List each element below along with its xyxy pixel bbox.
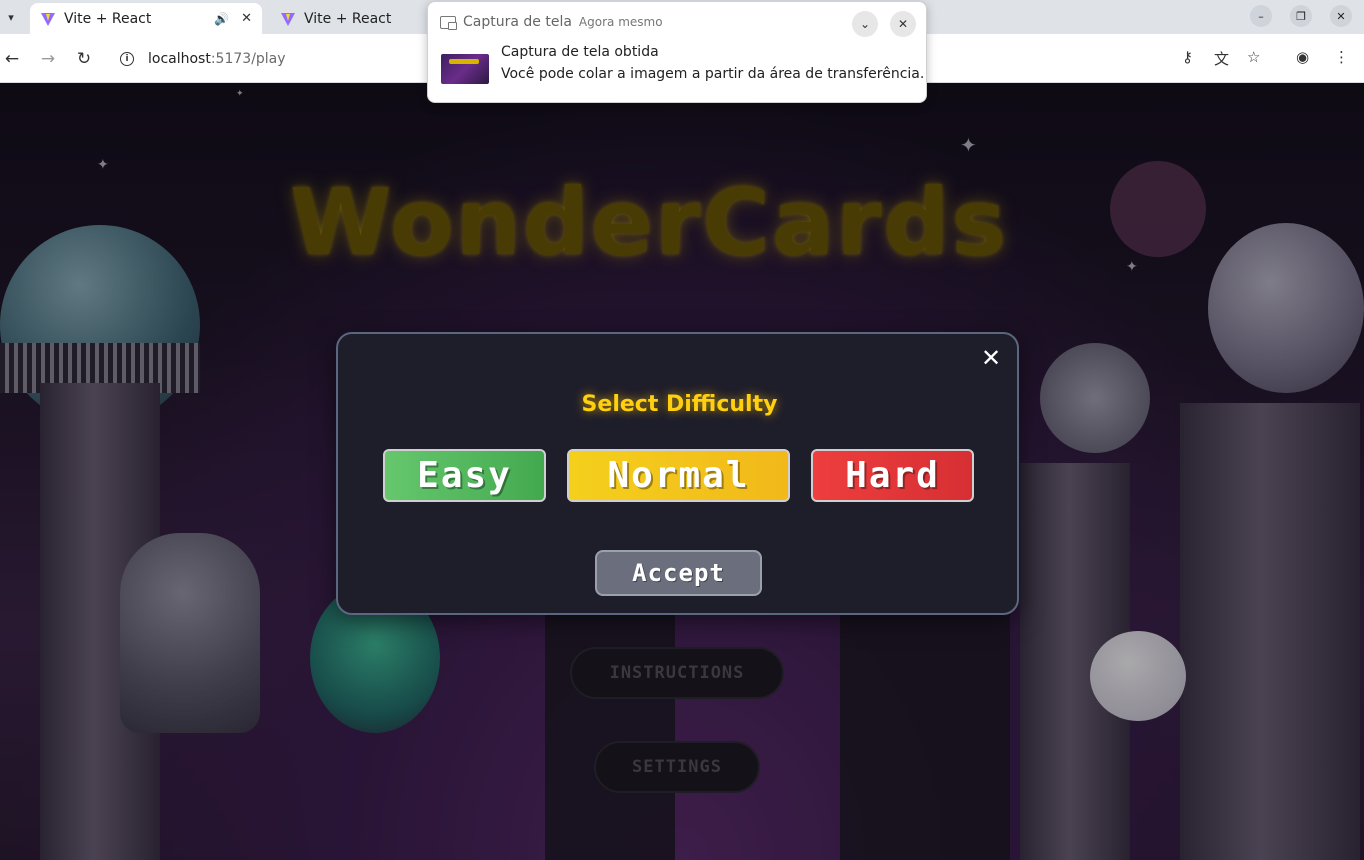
profile-icon[interactable]: ◉ [1296, 48, 1309, 66]
notification-app: Captura de tela [463, 14, 572, 30]
notification-time: Agora mesmo [578, 15, 663, 29]
easy-button[interactable]: Easy [383, 449, 546, 502]
vite-favicon-icon [281, 12, 295, 26]
reload-icon[interactable]: ↻ [72, 47, 96, 71]
hard-button[interactable]: Hard [811, 449, 974, 502]
screenshot-icon [440, 15, 457, 30]
url-host: localhost [148, 50, 211, 67]
screenshot-notification: Captura de tela Agora mesmo ⌄ ✕ Captura … [427, 1, 927, 103]
notification-header: Captura de tela Agora mesmo [440, 14, 663, 30]
browser-menu-icon[interactable]: ⋮ [1334, 48, 1349, 66]
tab-title: Vite + React [64, 10, 152, 27]
restore-window-icon[interactable]: ❐ [1290, 5, 1312, 27]
notification-body: Você pode colar a imagem a partir da áre… [501, 66, 925, 82]
tab-vite-react-active[interactable]: Vite + React 🔊 ✕ [30, 3, 262, 34]
tab-vite-react[interactable]: Vite + React [270, 3, 430, 34]
forward-arrow-icon[interactable]: → [36, 47, 60, 71]
close-icon[interactable]: ✕ [977, 344, 1005, 372]
tab-search-chevron-icon[interactable]: ▾ [0, 4, 22, 30]
tab-close-icon[interactable]: ✕ [241, 11, 252, 26]
game-stage: ✦ ✦ ✦ ✦ ✦ WonderCards INSTRUCTIONS SETTI… [0, 83, 1364, 860]
minimize-window-icon[interactable]: – [1250, 5, 1272, 27]
notification-close-icon[interactable]: ✕ [890, 11, 916, 37]
accept-button[interactable]: Accept [595, 550, 762, 596]
close-window-icon[interactable]: ✕ [1330, 5, 1352, 27]
screenshot-thumbnail[interactable] [441, 54, 489, 84]
translate-icon[interactable]: 文 [1214, 48, 1229, 69]
back-arrow-icon[interactable]: ← [0, 47, 24, 71]
expand-chevron-icon[interactable]: ⌄ [852, 11, 878, 37]
notification-title: Captura de tela obtida [501, 44, 659, 60]
normal-button[interactable]: Normal [567, 449, 790, 502]
tab-title: Vite + React [304, 10, 392, 27]
vite-favicon-icon [41, 12, 55, 26]
url-path: :5173/play [210, 50, 286, 67]
password-key-icon[interactable]: ⚷ [1182, 48, 1193, 66]
audio-playing-icon[interactable]: 🔊 [214, 12, 229, 26]
bookmark-star-icon[interactable]: ☆ [1247, 48, 1260, 66]
site-info-icon[interactable]: i [120, 51, 134, 66]
difficulty-modal: ✕ Select Difficulty Easy Normal Hard Acc… [336, 332, 1019, 615]
modal-title: Select Difficulty [581, 392, 778, 417]
